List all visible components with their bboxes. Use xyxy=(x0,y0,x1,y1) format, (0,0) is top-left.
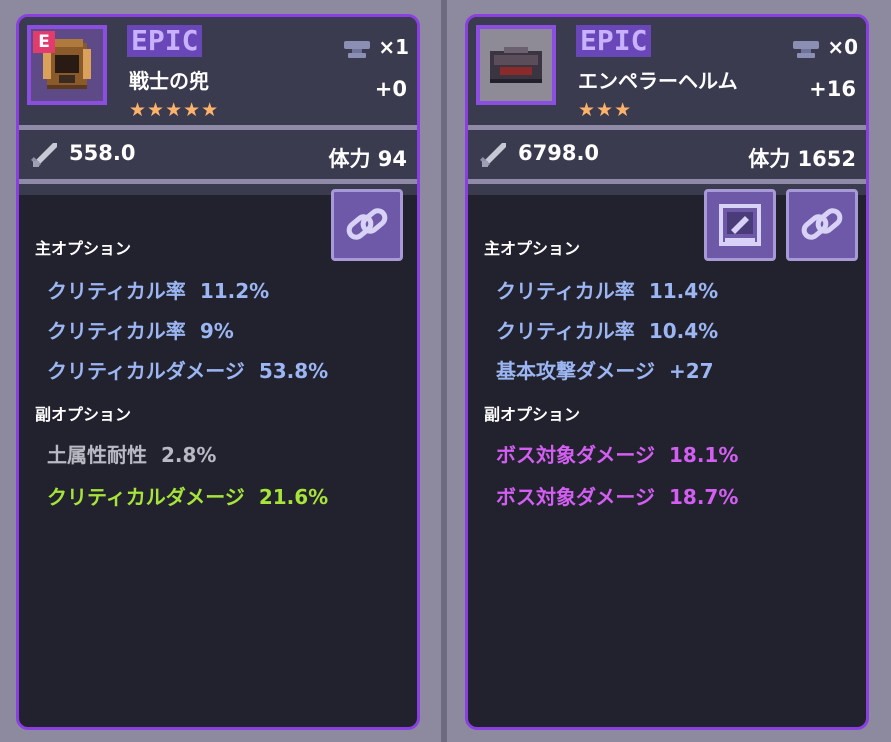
rarity-label: EPIC xyxy=(127,25,203,57)
option-value: +27 xyxy=(669,359,714,383)
option-label: クリティカル率 xyxy=(496,319,635,343)
reforge-button[interactable] xyxy=(704,189,776,261)
sub-option-1: ボス対象ダメージ 18.1% xyxy=(496,439,738,468)
header-divider xyxy=(19,125,417,130)
enhance-level: +0 xyxy=(374,77,407,101)
chain-link-icon xyxy=(346,208,388,240)
main-options-title: 主オプション xyxy=(35,239,132,258)
count-value: ×1 xyxy=(378,35,409,59)
count-value: ×0 xyxy=(827,35,858,59)
emperor-helm-icon xyxy=(490,47,542,83)
main-options-title: 主オプション xyxy=(484,239,581,258)
sub-option-2: クリティカルダメージ 21.6% xyxy=(47,481,328,510)
option-value: 18.1% xyxy=(669,443,739,467)
main-option-2: クリティカル率 9% xyxy=(47,315,234,344)
item-name: 戦士の兜 xyxy=(129,69,209,93)
sub-option-1: 土属性耐性 2.8% xyxy=(47,439,216,468)
stats-divider xyxy=(468,179,866,184)
item-card-right: EPIC エンペラーヘルム ★★★ ×0 +16 6798.0 体力 1652 xyxy=(465,14,869,730)
option-value: 2.8% xyxy=(161,443,217,467)
link-button[interactable] xyxy=(331,189,403,261)
item-card-left: E EPIC 戦士の兜 ★★★★★ ×1 +0 558.0 体力 94 主オプシ… xyxy=(16,14,420,730)
main-option-1: クリティカル率 11.4% xyxy=(496,275,718,304)
enhance-level: +16 xyxy=(809,77,856,101)
option-value: 11.4% xyxy=(648,279,719,303)
link-button[interactable] xyxy=(786,189,858,261)
main-option-2: クリティカル率 10.4% xyxy=(496,315,718,344)
sub-option-2: ボス対象ダメージ 18.7% xyxy=(496,481,738,510)
option-label: ボス対象ダメージ xyxy=(496,485,655,509)
attack-value: 558.0 xyxy=(69,141,136,165)
main-option-3: クリティカルダメージ 53.8% xyxy=(47,355,328,384)
trophy-icon xyxy=(344,40,371,58)
sword-icon xyxy=(31,143,57,167)
header-divider xyxy=(468,125,866,130)
option-label: クリティカルダメージ xyxy=(47,485,245,509)
option-label: ボス対象ダメージ xyxy=(496,443,655,467)
option-label: クリティカル率 xyxy=(47,319,186,343)
equipped-badge: E xyxy=(33,31,55,53)
rarity-label: EPIC xyxy=(576,25,652,57)
option-value: 18.7% xyxy=(669,485,739,509)
attack-stat: 558.0 xyxy=(31,139,135,169)
option-label: クリティカルダメージ xyxy=(47,359,245,383)
item-count: ×0 xyxy=(791,35,858,59)
trophy-icon xyxy=(793,40,820,58)
hp-stat: 体力 1652 xyxy=(748,147,856,171)
option-value: 11.2% xyxy=(199,279,270,303)
option-label: クリティカル率 xyxy=(496,279,635,303)
option-label: クリティカル率 xyxy=(47,279,186,303)
reforge-icon xyxy=(719,204,761,246)
item-thumbnail[interactable]: E xyxy=(27,25,107,105)
attack-value: 6798.0 xyxy=(518,141,600,165)
item-thumbnail[interactable] xyxy=(476,25,556,105)
panel-divider xyxy=(441,0,447,742)
option-value: 10.4% xyxy=(648,319,719,343)
stats-divider xyxy=(19,179,417,184)
option-label: 基本攻撃ダメージ xyxy=(496,359,655,383)
item-count: ×1 xyxy=(342,35,409,59)
option-value: 9% xyxy=(199,319,234,343)
attack-stat: 6798.0 xyxy=(480,139,599,169)
option-label: 土属性耐性 xyxy=(47,443,147,467)
chain-link-icon xyxy=(801,208,843,240)
item-name: エンペラーヘルム xyxy=(578,69,738,93)
star-rating: ★★★★★ xyxy=(129,99,220,121)
star-rating: ★★★ xyxy=(578,99,633,121)
sword-icon xyxy=(480,143,506,167)
main-option-1: クリティカル率 11.2% xyxy=(47,275,269,304)
option-value: 21.6% xyxy=(258,485,329,509)
hp-stat: 体力 94 xyxy=(328,147,407,171)
sub-options-title: 副オプション xyxy=(484,405,581,424)
main-option-3: 基本攻撃ダメージ +27 xyxy=(496,355,714,384)
option-value: 53.8% xyxy=(258,359,329,383)
sub-options-title: 副オプション xyxy=(35,405,132,424)
